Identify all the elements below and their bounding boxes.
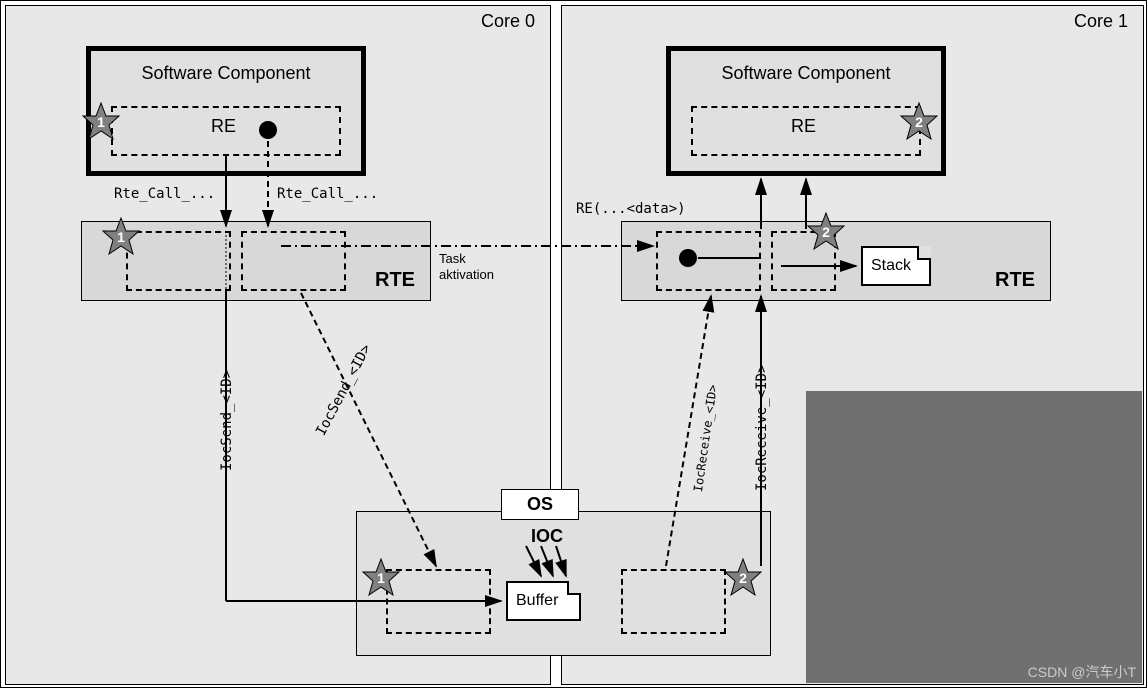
swc-core0-title: Software Component bbox=[141, 63, 310, 84]
core0-label: Core 0 bbox=[481, 11, 535, 32]
star-swc2: 2 bbox=[899, 101, 939, 141]
core1-label: Core 1 bbox=[1074, 11, 1128, 32]
rte0-dash-2 bbox=[241, 231, 346, 291]
label-rte-call1: Rte_Call_... bbox=[114, 186, 215, 202]
swc-core1-title: Software Component bbox=[721, 63, 890, 84]
os-dash-2 bbox=[621, 569, 726, 634]
dot-rte1 bbox=[679, 249, 697, 267]
label-iocrecv2: IocReceive_<ID> bbox=[754, 365, 770, 491]
star-os2: 2 bbox=[723, 557, 763, 597]
label-rte-call2: Rte_Call_... bbox=[277, 186, 378, 202]
dot-swc1 bbox=[259, 121, 277, 139]
rte1-dash-1 bbox=[656, 231, 761, 291]
star-os1: 1 bbox=[361, 557, 401, 597]
star-swc1: 1 bbox=[81, 101, 121, 141]
buffer-label: Buffer bbox=[516, 592, 558, 610]
stack-label: Stack bbox=[871, 257, 911, 275]
re-label-core1: RE bbox=[791, 116, 816, 137]
os-label: OS bbox=[501, 489, 579, 520]
star-rte1: 2 bbox=[806, 211, 846, 251]
re-label-core0: RE bbox=[211, 116, 236, 137]
rte-core1-label: RTE bbox=[995, 269, 1035, 292]
ioc-label: IOC bbox=[531, 526, 563, 547]
watermark: CSDN @汽车小T bbox=[1028, 662, 1136, 682]
label-task: Taskaktivation bbox=[439, 251, 494, 282]
label-iocsend1: IocSend_<ID> bbox=[219, 370, 235, 471]
rte0-dash-1 bbox=[126, 231, 231, 291]
rte-core0-label: RTE bbox=[375, 269, 415, 292]
stack-box: Stack bbox=[861, 246, 931, 286]
grey-block bbox=[806, 391, 1142, 683]
label-re-data: RE(...<data>) bbox=[576, 201, 686, 217]
star-rte0: 1 bbox=[101, 216, 141, 256]
swc-core0: Software Component RE bbox=[86, 46, 366, 176]
buffer-box: Buffer bbox=[506, 581, 581, 621]
diagram-canvas: Core 0 Core 1 Software Component RE Soft… bbox=[0, 0, 1147, 688]
os-dash-1 bbox=[386, 569, 491, 634]
